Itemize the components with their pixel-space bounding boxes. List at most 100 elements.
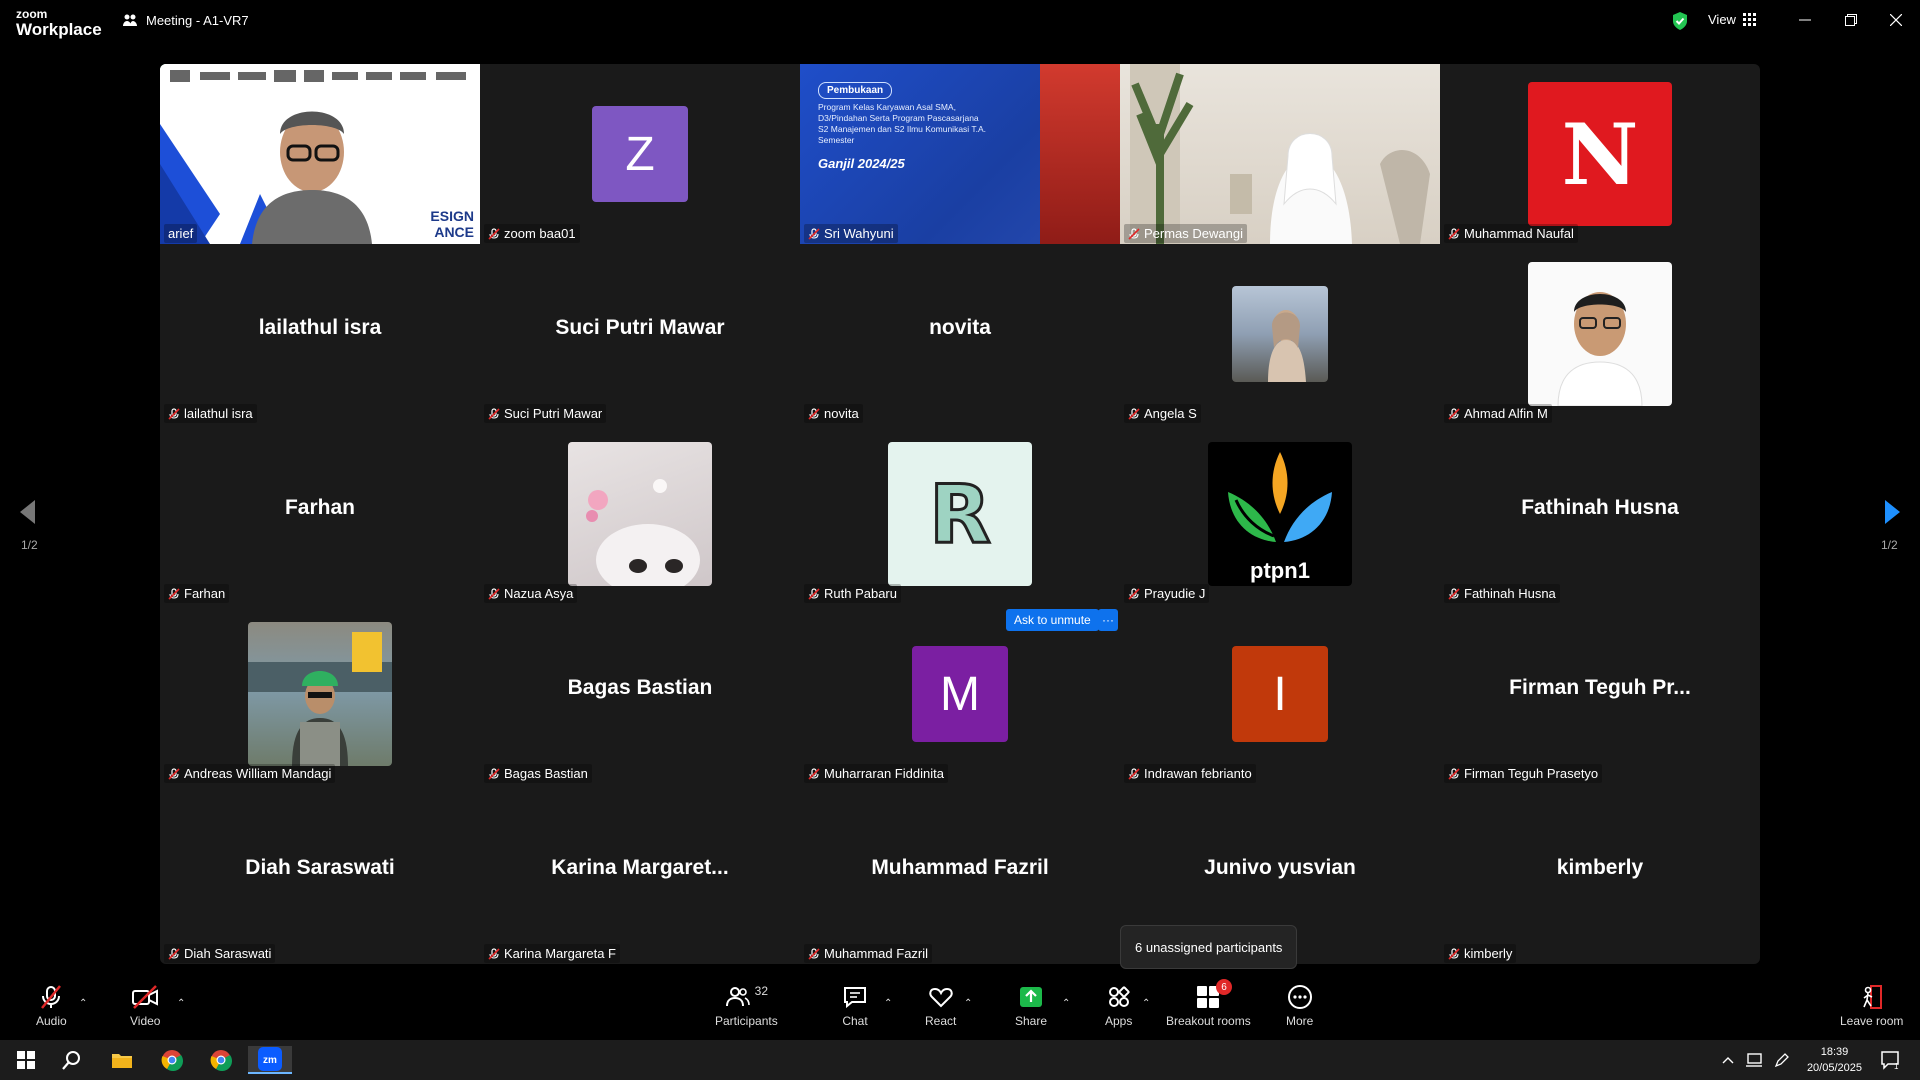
chat-options-caret[interactable]: ⌃ bbox=[884, 998, 892, 1009]
zoom-taskbar-button[interactable]: zm bbox=[248, 1046, 292, 1074]
participant-tile[interactable]: Karina Margaret... Karina Margareta F bbox=[480, 784, 800, 964]
logo-line1: zoom bbox=[16, 7, 48, 21]
system-clock[interactable]: 18:39 20/05/2025 bbox=[1807, 1044, 1862, 1076]
participant-name-label: lailathul isra bbox=[164, 404, 257, 423]
participants-icon bbox=[725, 987, 750, 1007]
muted-mic-icon bbox=[1128, 407, 1140, 420]
participant-tile[interactable]: ESIGN ANCE arief bbox=[160, 64, 480, 244]
react-options-caret[interactable]: ⌃ bbox=[964, 998, 972, 1009]
participant-tile[interactable]: Fathinah Husna Fathinah Husna bbox=[1440, 424, 1760, 604]
share-button[interactable]: Share bbox=[1015, 984, 1047, 1028]
participant-tile[interactable]: Bagas Bastian Bagas Bastian bbox=[480, 604, 800, 784]
participant-tile[interactable]: Angela S bbox=[1120, 244, 1440, 424]
muted-mic-icon bbox=[168, 407, 180, 420]
participant-video bbox=[1120, 64, 1440, 244]
search-button[interactable] bbox=[58, 1046, 86, 1074]
apps-icon bbox=[1108, 986, 1130, 1007]
close-button[interactable] bbox=[1879, 8, 1913, 32]
windows-logo-icon bbox=[17, 1051, 35, 1069]
notification-icon: 1 bbox=[1881, 1051, 1899, 1070]
previous-page-arrow-icon[interactable] bbox=[20, 500, 36, 524]
participant-tile[interactable]: Andreas William Mandagi bbox=[160, 604, 480, 784]
participant-name: Angela S bbox=[1144, 406, 1197, 421]
participant-tile[interactable]: Nazua Asya bbox=[480, 424, 800, 604]
participant-name: Firman Teguh Prasetyo bbox=[1464, 766, 1599, 781]
video-label: Video bbox=[130, 1014, 161, 1028]
participant-tile[interactable]: Suci Putri Mawar Suci Putri Mawar bbox=[480, 244, 800, 424]
participant-name: Karina Margareta F bbox=[504, 946, 616, 961]
zoom-logo: zoom Workplace bbox=[16, 8, 102, 38]
participant-tile[interactable]: Muhammad Fazril Muhammad Fazril bbox=[800, 784, 1120, 964]
unassigned-participants-tooltip: 6 unassigned participants bbox=[1120, 925, 1298, 969]
participant-tile[interactable]: Pembukaan Program Kelas Karyawan Asal SMA… bbox=[800, 64, 1120, 244]
video-options-caret[interactable]: ⌃ bbox=[177, 998, 185, 1009]
participant-tile[interactable]: Farhan Farhan bbox=[160, 424, 480, 604]
muted-mic-icon bbox=[488, 587, 500, 600]
react-button[interactable]: React bbox=[925, 984, 956, 1028]
participant-avatar: N bbox=[1528, 82, 1672, 226]
next-page-arrow-icon[interactable] bbox=[1884, 500, 1900, 524]
minimize-button[interactable] bbox=[1788, 8, 1822, 32]
muted-mic-icon bbox=[808, 947, 820, 960]
participant-tile[interactable]: I Indrawan febrianto bbox=[1120, 604, 1440, 784]
participant-name-label: Sri Wahyuni bbox=[804, 224, 898, 243]
restore-button[interactable] bbox=[1834, 8, 1868, 32]
tray-expand-button[interactable] bbox=[1720, 1046, 1736, 1074]
chrome-profile-button[interactable] bbox=[207, 1046, 235, 1074]
muted-mic-icon bbox=[168, 767, 180, 780]
pen-tray-button[interactable] bbox=[1772, 1046, 1792, 1074]
participant-name-label: Muhammad Fazril bbox=[804, 944, 933, 963]
more-button[interactable]: More bbox=[1286, 984, 1313, 1028]
view-button[interactable]: View bbox=[1708, 12, 1756, 27]
file-explorer-button[interactable] bbox=[108, 1046, 136, 1074]
ask-to-unmute-button[interactable]: Ask to unmute bbox=[1006, 609, 1099, 631]
audio-button[interactable]: Audio bbox=[36, 984, 67, 1028]
participant-tile[interactable]: M Muharraran Fiddinita bbox=[800, 604, 1120, 784]
video-button[interactable]: Video bbox=[130, 984, 160, 1028]
participant-name: Suci Putri Mawar bbox=[504, 406, 603, 421]
breakout-rooms-button[interactable]: Breakout rooms bbox=[1166, 984, 1251, 1028]
chat-label: Chat bbox=[842, 1014, 868, 1028]
participant-tile[interactable]: Firman Teguh Pr... Firman Teguh Prasetyo bbox=[1440, 604, 1760, 784]
participant-tile[interactable]: lailathul isra lailathul isra bbox=[160, 244, 480, 424]
participant-tile[interactable]: R Ruth Pabaru bbox=[800, 424, 1120, 604]
tile-more-options-button[interactable]: ··· bbox=[1098, 609, 1118, 631]
participant-tile[interactable]: Diah Saraswati Diah Saraswati bbox=[160, 784, 480, 964]
start-button[interactable] bbox=[12, 1046, 40, 1074]
participants-label: Participants bbox=[715, 1014, 778, 1028]
participant-name: Prayudie J bbox=[1144, 586, 1206, 601]
share-label: Share bbox=[1015, 1014, 1048, 1028]
breakout-rooms-label: Breakout rooms bbox=[1166, 1014, 1251, 1028]
slide-badge: Pembukaan bbox=[818, 82, 893, 99]
apps-options-caret[interactable]: ⌃ bbox=[1142, 998, 1150, 1009]
participant-name-label: Ruth Pabaru bbox=[804, 584, 901, 603]
participant-tile[interactable]: Zzoom baa01 bbox=[480, 64, 800, 244]
audio-options-caret[interactable]: ⌃ bbox=[79, 998, 87, 1009]
participant-tile[interactable]: Permas Dewangi bbox=[1120, 64, 1440, 244]
participant-photo bbox=[248, 622, 392, 766]
leave-room-button[interactable]: Leave room bbox=[1840, 984, 1903, 1028]
page-indicator-left: 1/2 bbox=[21, 538, 38, 552]
chrome-button[interactable] bbox=[158, 1046, 186, 1074]
participants-button[interactable]: 32 Participants bbox=[715, 984, 778, 1028]
view-label: View bbox=[1708, 12, 1736, 27]
participant-name-label: Muharraran Fiddinita bbox=[804, 764, 948, 783]
encryption-shield-icon[interactable] bbox=[1671, 11, 1689, 31]
chat-button[interactable]: Chat bbox=[842, 984, 868, 1028]
participant-tile[interactable]: Ahmad Alfin M bbox=[1440, 244, 1760, 424]
participant-tile[interactable]: N Muhammad Naufal bbox=[1440, 64, 1760, 244]
network-tray-button[interactable] bbox=[1744, 1046, 1764, 1074]
participant-name-label: arief bbox=[164, 224, 198, 243]
logo-line2: Workplace bbox=[16, 20, 102, 39]
muted-mic-icon bbox=[1448, 587, 1460, 600]
participant-tile[interactable]: kimberly kimberly bbox=[1440, 784, 1760, 964]
participant-name-label: Fathinah Husna bbox=[1444, 584, 1560, 603]
notifications-button[interactable]: 1 bbox=[1876, 1046, 1904, 1074]
leave-room-icon bbox=[1862, 985, 1882, 1009]
participant-name: Muharraran Fiddinita bbox=[824, 766, 944, 781]
participant-tile[interactable]: novita novita bbox=[800, 244, 1120, 424]
participant-tile[interactable]: ptpn1 Prayudie J bbox=[1120, 424, 1440, 604]
network-icon bbox=[1746, 1053, 1762, 1067]
share-options-caret[interactable]: ⌃ bbox=[1062, 998, 1070, 1009]
apps-button[interactable]: Apps bbox=[1105, 984, 1132, 1028]
